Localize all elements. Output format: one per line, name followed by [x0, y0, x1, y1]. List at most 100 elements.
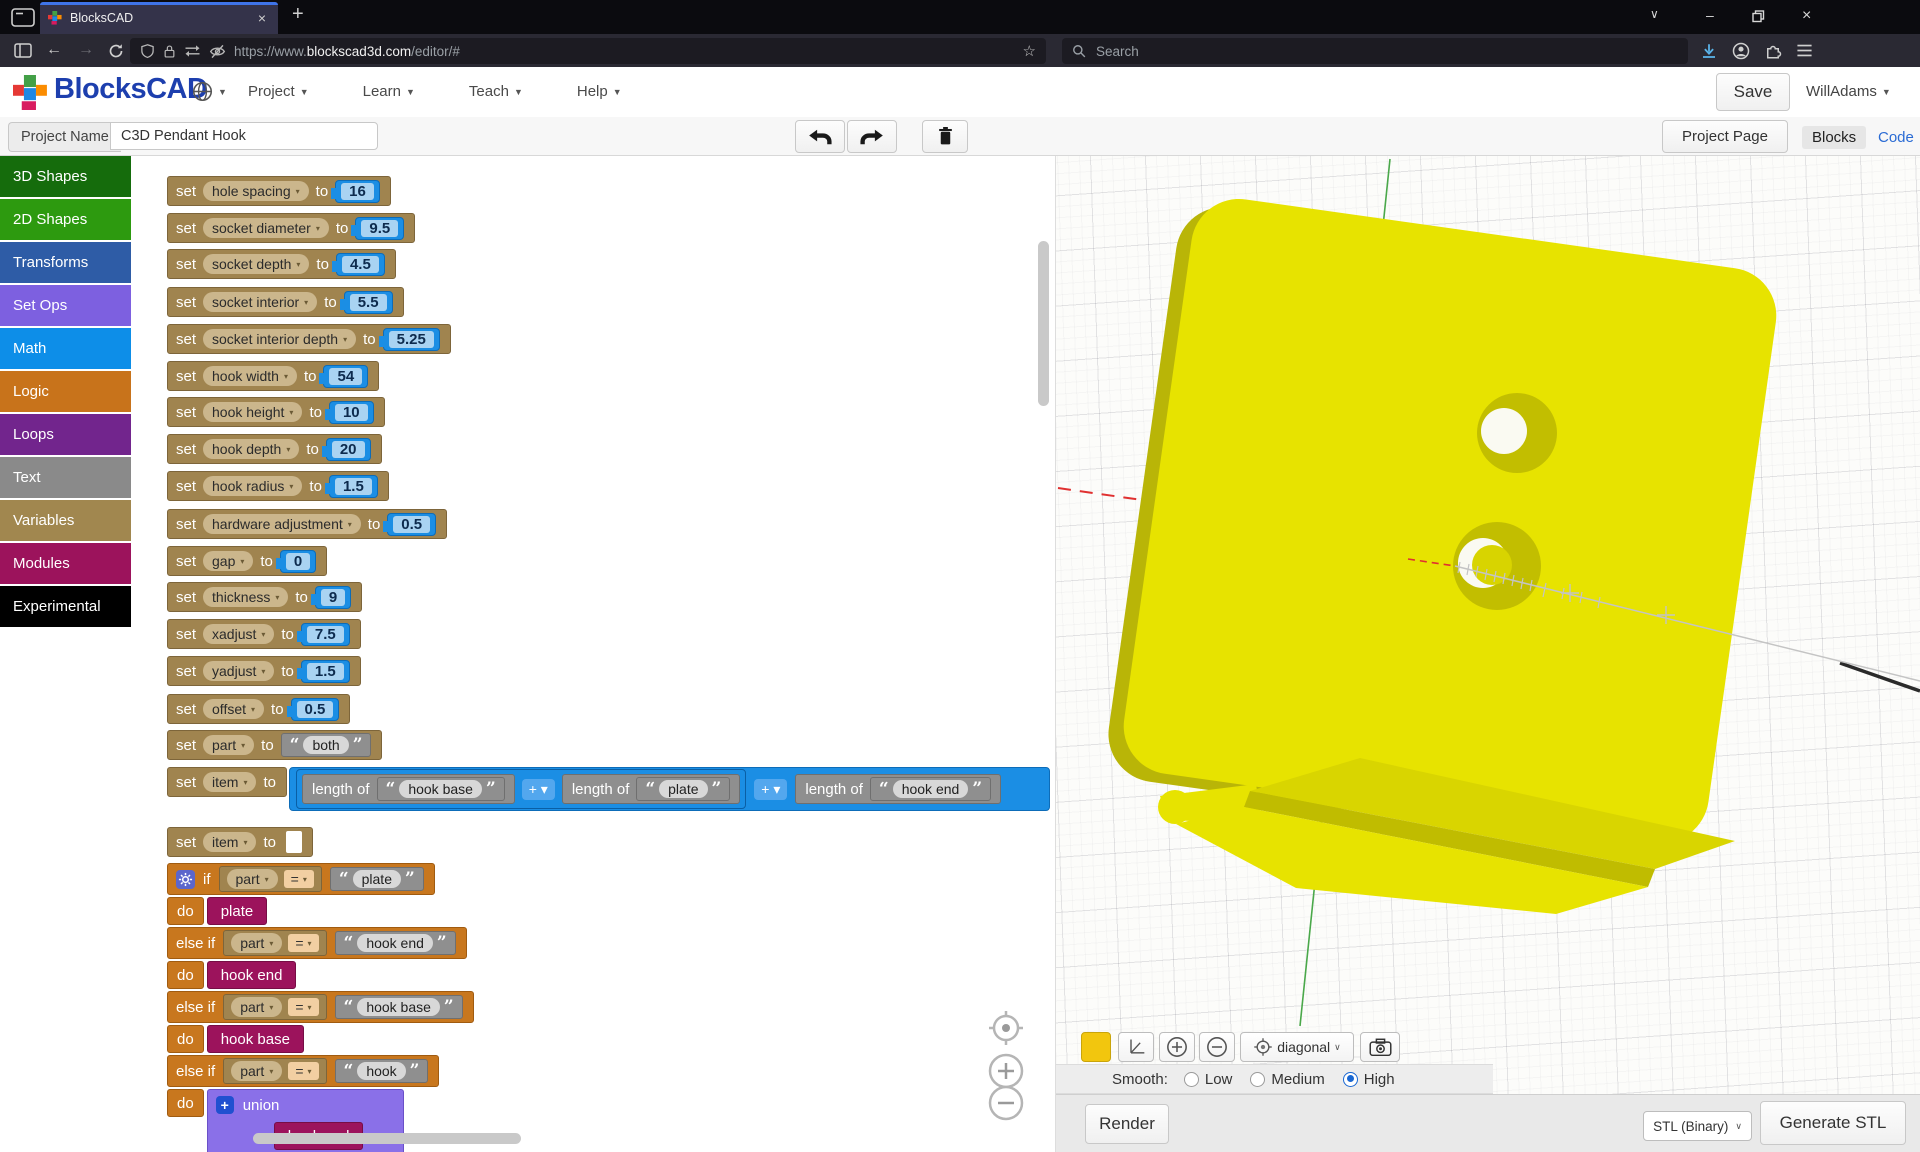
- operator-dropdown[interactable]: + ▾: [522, 779, 555, 800]
- else-if-condition-row[interactable]: else ifpart▾=▾“hook end”: [167, 927, 467, 959]
- if-else-block[interactable]: ifpart▾=▾“plate”doplateelse ifpart▾=▾“ho…: [167, 863, 474, 1152]
- number-block[interactable]: 5.25: [383, 328, 440, 351]
- radio-medium[interactable]: [1250, 1072, 1265, 1087]
- search-bar[interactable]: [1062, 38, 1688, 64]
- window-close-button[interactable]: ×: [1802, 7, 1811, 25]
- number-block[interactable]: 10: [329, 401, 374, 424]
- menu-teach[interactable]: Teach▼: [469, 83, 523, 100]
- sidebar-item-logic[interactable]: Logic: [0, 371, 131, 412]
- sidebar-item-2d-shapes[interactable]: 2D Shapes: [0, 199, 131, 240]
- pendant-model[interactable]: [1102, 191, 1782, 914]
- else-if-condition-row[interactable]: else ifpart▾=▾“hook”: [167, 1055, 439, 1087]
- variable-dropdown[interactable]: part▾: [203, 735, 254, 755]
- length-of-block[interactable]: length of“hook end”: [795, 774, 1001, 804]
- variable-dropdown[interactable]: part▾: [231, 1061, 282, 1081]
- set-variable-block[interactable]: sethardware adjustment▾to0.5: [167, 509, 447, 539]
- set-variable-block[interactable]: sethook width▾to54: [167, 361, 379, 391]
- variable-dropdown[interactable]: item▾: [203, 832, 256, 852]
- number-block[interactable]: 20: [326, 438, 371, 461]
- set-variable-block[interactable]: setxadjust▾to7.5: [167, 619, 361, 649]
- language-globe-menu[interactable]: ▼: [192, 81, 227, 102]
- comparison-block[interactable]: part▾ =▾: [223, 1058, 326, 1084]
- smooth-option-medium[interactable]: Medium: [1250, 1071, 1324, 1088]
- workspace-zoom-controls[interactable]: [971, 1001, 1043, 1131]
- extensions-puzzle-icon[interactable]: [1764, 42, 1782, 60]
- viewport-zoom-out-button[interactable]: [1199, 1032, 1235, 1062]
- comparison-block[interactable]: part▾=▾: [223, 930, 326, 956]
- expand-plus-icon[interactable]: +: [216, 1096, 234, 1114]
- set-variable-block[interactable]: setthickness▾to9: [167, 582, 362, 612]
- string-block[interactable]: “hook base”: [377, 777, 505, 801]
- set-variable-block[interactable]: setgap▾to0: [167, 546, 327, 576]
- radio-low[interactable]: [1184, 1072, 1199, 1087]
- variable-dropdown[interactable]: part▾: [227, 869, 278, 889]
- sidebar-item-variables[interactable]: Variables: [0, 500, 131, 541]
- number-block[interactable]: 0.5: [291, 698, 340, 721]
- comparison-block[interactable]: part▾=▾: [223, 994, 326, 1020]
- number-block[interactable]: 5.5: [344, 291, 393, 314]
- module-call-block-hook-base[interactable]: hook base: [207, 1025, 304, 1053]
- variable-dropdown[interactable]: hook radius▾: [203, 476, 302, 496]
- set-variable-block[interactable]: setsocket interior▾to5.5: [167, 287, 404, 317]
- window-restore-button[interactable]: [1752, 10, 1765, 23]
- set-variable-block[interactable]: setitem▾to: [167, 767, 287, 797]
- set-variable-block[interactable]: sethook radius▾to1.5: [167, 471, 389, 501]
- sidebar-item-transforms[interactable]: Transforms: [0, 242, 131, 283]
- variable-dropdown[interactable]: socket diameter▾: [203, 218, 329, 238]
- menu-hamburger-icon[interactable]: [1796, 43, 1813, 58]
- set-variable-block[interactable]: sethook height▾to10: [167, 397, 385, 427]
- string-block[interactable]: “plate”: [636, 777, 730, 801]
- downloads-icon[interactable]: [1700, 42, 1718, 60]
- shield-icon[interactable]: [140, 43, 155, 59]
- set-variable-block[interactable]: setsocket diameter▾to9.5: [167, 213, 415, 243]
- menu-learn[interactable]: Learn▼: [363, 83, 415, 100]
- axes-toggle-button[interactable]: [1118, 1032, 1154, 1062]
- variable-dropdown[interactable]: part▾: [231, 997, 282, 1017]
- project-name-input[interactable]: [110, 122, 378, 150]
- string-block[interactable]: “hook end”: [335, 931, 456, 955]
- set-variable-block[interactable]: setoffset▾to0.5: [167, 694, 350, 724]
- variable-dropdown[interactable]: hook depth▾: [203, 439, 299, 459]
- render-button[interactable]: Render: [1085, 1104, 1169, 1144]
- number-block[interactable]: 9: [315, 586, 351, 609]
- set-variable-block[interactable]: sethook depth▾to20: [167, 434, 382, 464]
- number-block[interactable]: 1.5: [301, 660, 350, 683]
- lock-icon[interactable]: [163, 44, 176, 59]
- tracking-disabled-eye-icon[interactable]: [209, 44, 226, 59]
- bookmark-star-icon[interactable]: ☆: [1023, 42, 1036, 60]
- number-block[interactable]: 9.5: [355, 217, 404, 240]
- operator-dropdown[interactable]: + ▾: [754, 779, 787, 800]
- smooth-option-high[interactable]: High: [1343, 1071, 1395, 1088]
- model-color-swatch[interactable]: [1081, 1032, 1111, 1062]
- length-of-block[interactable]: length of“hook base”: [302, 774, 515, 804]
- number-block[interactable]: 4.5: [336, 253, 385, 276]
- search-input[interactable]: [1094, 43, 1498, 60]
- project-page-button[interactable]: Project Page: [1662, 120, 1788, 153]
- set-variable-block[interactable]: setyadjust▾to1.5: [167, 656, 361, 686]
- comparison-operator-dropdown[interactable]: =▾: [288, 1062, 318, 1080]
- tab-blocks[interactable]: Blocks: [1802, 126, 1866, 149]
- blockly-workspace[interactable]: sethole spacing▾to16setsocket diameter▾t…: [131, 156, 1056, 1152]
- number-block[interactable]: 16: [335, 180, 380, 203]
- sidebar-toggle-icon[interactable]: [14, 43, 32, 58]
- variable-dropdown[interactable]: socket interior▾: [203, 292, 317, 312]
- set-variable-block[interactable]: setitem▾to: [167, 827, 313, 857]
- number-block[interactable]: 0: [280, 550, 316, 573]
- forward-button[interactable]: →: [78, 42, 94, 58]
- variable-dropdown[interactable]: hook width▾: [203, 366, 297, 386]
- sidebar-item-modules[interactable]: Modules: [0, 543, 131, 584]
- variable-dropdown[interactable]: part▾: [231, 933, 282, 953]
- mutator-gear-icon[interactable]: [176, 870, 195, 889]
- back-button[interactable]: ←: [46, 42, 62, 58]
- new-tab-button[interactable]: +: [292, 3, 304, 26]
- number-block[interactable]: 54: [323, 365, 368, 388]
- camera-view-select[interactable]: diagonal ∨: [1240, 1032, 1354, 1062]
- tab-list-chevron-icon[interactable]: ∨: [1650, 7, 1659, 21]
- variable-dropdown[interactable]: yadjust▾: [203, 661, 274, 681]
- stl-format-select[interactable]: STL (Binary)∨: [1643, 1111, 1752, 1141]
- menu-help[interactable]: Help▼: [577, 83, 622, 100]
- length-of-block[interactable]: length of“plate”: [562, 774, 740, 804]
- number-block[interactable]: 7.5: [301, 623, 350, 646]
- empty-value-socket[interactable]: [286, 831, 302, 853]
- screenshot-camera-button[interactable]: [1360, 1032, 1400, 1062]
